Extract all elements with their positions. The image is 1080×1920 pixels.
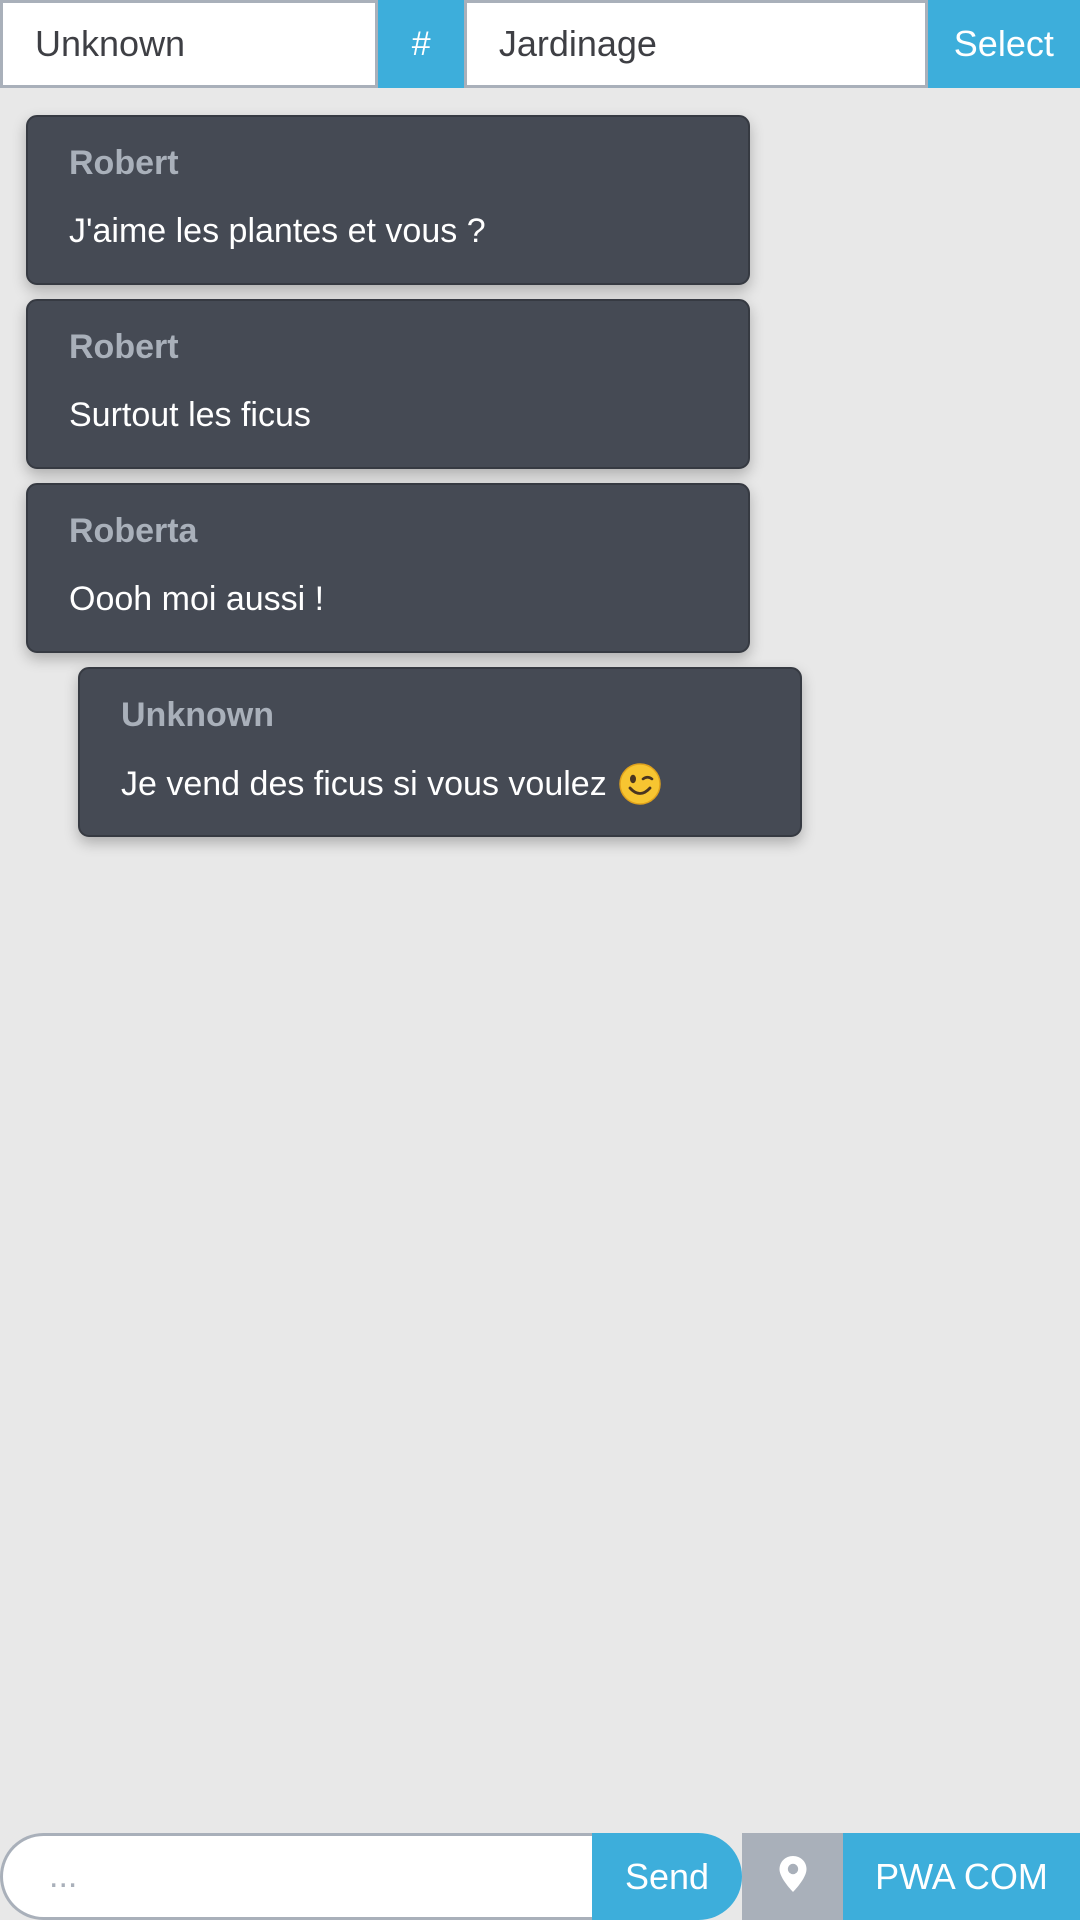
app-label: PWA COM (875, 1855, 1048, 1897)
location-button[interactable] (742, 1833, 843, 1920)
message-author: Roberta (69, 512, 198, 550)
message-input[interactable]: ... (0, 1833, 600, 1920)
message-bubble: Roberta Oooh moi aussi ! (26, 483, 750, 653)
room-value: Jardinage (498, 23, 657, 64)
message-text: J'aime les plantes et vous ? (69, 212, 486, 250)
composer-bar: ... Send PWA COM (0, 1833, 1080, 1920)
hash-label: # (411, 24, 431, 63)
top-bar: Unknown # Jardinage Select (0, 0, 1080, 88)
message-bubble: Robert Surtout les ficus (26, 299, 750, 469)
select-button[interactable]: Select (927, 0, 1080, 88)
message-author: Unknown (121, 696, 274, 734)
winking-face-icon (618, 763, 661, 805)
message-input-placeholder: ... (49, 1857, 78, 1895)
select-label: Select (953, 23, 1054, 64)
location-pin-icon (778, 1855, 808, 1898)
message-author: Robert (69, 144, 179, 182)
message-text: Oooh moi aussi ! (69, 580, 325, 618)
username-input[interactable]: Unknown (0, 0, 379, 88)
message-text: Je vend des ficus si vous voulez (121, 765, 607, 803)
message-text: Surtout les ficus (69, 396, 311, 434)
send-label: Send (624, 1855, 710, 1897)
send-button[interactable]: Send (592, 1833, 742, 1920)
hash-button[interactable]: # (378, 0, 464, 88)
username-value: Unknown (35, 23, 186, 64)
message-bubble: Robert J'aime les plantes et vous ? (26, 115, 750, 285)
message-bubble-own: Unknown Je vend des ficus si vous voulez (78, 667, 802, 837)
app-button[interactable]: PWA COM (843, 1833, 1080, 1920)
room-input[interactable]: Jardinage (463, 0, 928, 88)
message-text-row: Je vend des ficus si vous voulez (121, 763, 760, 805)
message-author: Robert (69, 328, 179, 366)
